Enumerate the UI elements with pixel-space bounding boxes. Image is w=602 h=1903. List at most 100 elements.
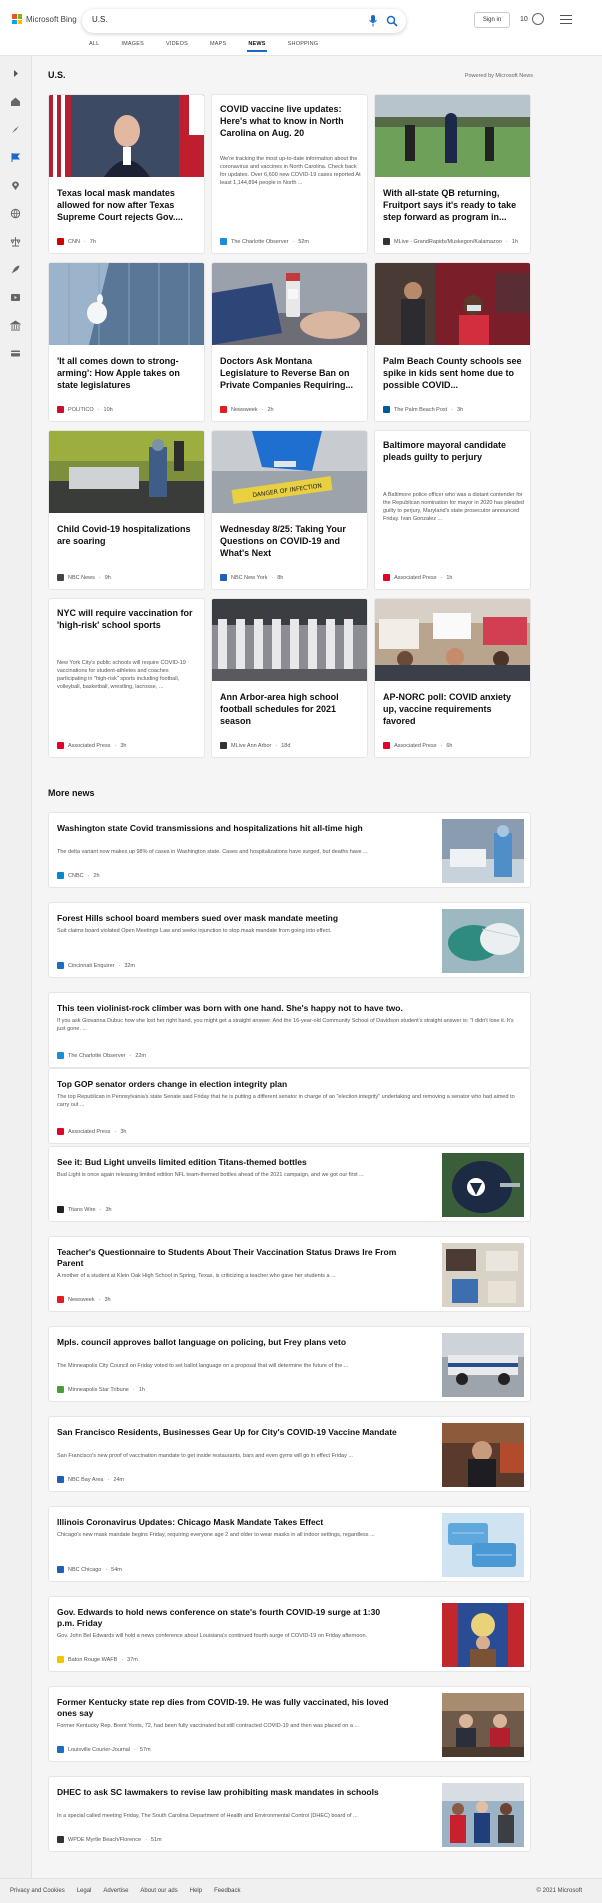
chevron-right-icon[interactable] (10, 68, 21, 79)
footer-link[interactable]: Legal (77, 1888, 92, 1894)
location-icon[interactable] (10, 180, 21, 191)
news-title[interactable]: DHEC to ask SC lawmakers to revise law p… (57, 1787, 397, 1798)
card-icon[interactable] (10, 348, 21, 359)
news-title[interactable]: Former Kentucky state rep dies from COVI… (57, 1697, 397, 1719)
news-image[interactable] (442, 819, 524, 883)
source-name[interactable]: MLive - GrandRapids/Muskegon/Kalamazoo (394, 239, 502, 245)
news-title[interactable]: Mpls. council approves ballot language o… (57, 1337, 397, 1348)
news-card[interactable]: AP-NORC poll: COVID anxiety up, vaccine … (374, 598, 531, 758)
more-news-item[interactable]: This teen violinist-rock climber was bor… (48, 992, 531, 1068)
news-title[interactable]: Gov. Edwards to hold news conference on … (57, 1607, 397, 1629)
news-title[interactable]: AP-NORC poll: COVID anxiety up, vaccine … (383, 691, 525, 727)
news-image[interactable] (442, 1333, 524, 1397)
news-image[interactable] (442, 1783, 524, 1847)
news-card[interactable]: Texas local mask mandates allowed for no… (48, 94, 205, 254)
news-image[interactable] (442, 1603, 524, 1667)
news-card[interactable]: Ann Arbor-area high school football sche… (211, 598, 368, 758)
tab-news[interactable]: NEWS (247, 41, 268, 52)
news-title[interactable]: Texas local mask mandates allowed for no… (57, 187, 199, 223)
flag-icon[interactable] (10, 152, 21, 163)
footer-link[interactable]: Advertise (103, 1888, 128, 1894)
news-image[interactable] (212, 599, 367, 681)
news-image[interactable] (49, 431, 204, 513)
rocket-icon[interactable] (10, 264, 21, 275)
scale-icon[interactable] (10, 236, 21, 247)
news-title[interactable]: San Francisco Residents, Businesses Gear… (57, 1427, 397, 1438)
rewards-trophy-icon[interactable] (532, 13, 544, 25)
news-title[interactable]: With all-state QB returning, Fruitport s… (383, 187, 525, 223)
footer-link[interactable]: About our ads (140, 1888, 177, 1894)
news-title[interactable]: Teacher's Questionnaire to Students Abou… (57, 1247, 397, 1269)
sign-in-button[interactable]: Sign in (474, 12, 510, 28)
news-image[interactable] (375, 263, 530, 345)
news-image[interactable] (442, 1513, 524, 1577)
source-name[interactable]: Associated Press (68, 743, 111, 749)
source-name[interactable]: CNN (68, 239, 80, 245)
news-card[interactable]: 'It all comes down to strong-arming': Ho… (48, 262, 205, 422)
news-title[interactable]: This teen violinist-rock climber was bor… (57, 1003, 522, 1014)
more-news-item[interactable]: Gov. Edwards to hold news conference on … (48, 1596, 531, 1672)
news-image[interactable] (375, 599, 530, 681)
source-name[interactable]: Baton Rouge WAFB (68, 1657, 117, 1663)
news-image[interactable] (442, 1693, 524, 1757)
news-image[interactable] (442, 1153, 524, 1217)
home-icon[interactable] (10, 96, 21, 107)
news-card[interactable]: Doctors Ask Montana Legislature to Rever… (211, 262, 368, 422)
news-card[interactable]: DANGER OF INFECTION Wednesday 8/25: Takin… (211, 430, 368, 590)
tab-all[interactable]: ALL (89, 41, 99, 47)
news-title[interactable]: NYC will require vaccination for 'high-r… (57, 607, 199, 631)
source-name[interactable]: Newsweek (231, 407, 258, 413)
news-card[interactable]: Palm Beach County schools see spike in k… (374, 262, 531, 422)
source-name[interactable]: Associated Press (394, 575, 437, 581)
news-image[interactable] (49, 95, 204, 177)
news-image[interactable] (375, 95, 530, 177)
search-icon[interactable] (386, 14, 398, 28)
tab-videos[interactable]: VIDEOS (166, 41, 188, 47)
source-name[interactable]: The Palm Beach Post (394, 407, 447, 413)
source-name[interactable]: CNBC (68, 873, 84, 879)
more-news-item[interactable]: See it: Bud Light unveils limited editio… (48, 1146, 531, 1222)
bing-logo[interactable]: Microsoft Bing (12, 14, 77, 24)
globe-icon[interactable] (10, 208, 21, 219)
news-card[interactable]: With all-state QB returning, Fruitport s… (374, 94, 531, 254)
news-image[interactable] (212, 263, 367, 345)
news-image[interactable] (442, 1423, 524, 1487)
more-news-item[interactable]: Forest Hills school board members sued o… (48, 902, 531, 978)
more-news-item[interactable]: Former Kentucky state rep dies from COVI… (48, 1686, 531, 1762)
news-title[interactable]: Ann Arbor-area high school football sche… (220, 691, 362, 727)
more-news-item[interactable]: Washington state Covid transmissions and… (48, 812, 531, 888)
source-name[interactable]: Associated Press (394, 743, 437, 749)
source-name[interactable]: Titans Wire (68, 1207, 96, 1213)
news-title[interactable]: Child Covid-19 hospitalizations are soar… (57, 523, 199, 547)
tab-images[interactable]: IMAGES (121, 41, 144, 47)
more-news-item[interactable]: Illinois Coronavirus Updates: Chicago Ma… (48, 1506, 531, 1582)
source-name[interactable]: NBC News (68, 575, 95, 581)
more-news-item[interactable]: DHEC to ask SC lawmakers to revise law p… (48, 1776, 531, 1852)
news-card[interactable]: Child Covid-19 hospitalizations are soar… (48, 430, 205, 590)
news-image[interactable]: DANGER OF INFECTION (212, 431, 367, 513)
tab-maps[interactable]: MAPS (210, 41, 226, 47)
news-card[interactable]: COVID vaccine live updates: Here's what … (211, 94, 368, 254)
hamburger-menu-icon[interactable] (560, 15, 572, 24)
source-name[interactable]: NBC Bay Area (68, 1477, 103, 1483)
rewards-count[interactable]: 10 (520, 16, 528, 23)
news-title[interactable]: Top GOP senator orders change in electio… (57, 1079, 522, 1090)
search-box[interactable]: U.S. (82, 9, 406, 33)
source-name[interactable]: Louisville Courier-Journal (68, 1747, 130, 1753)
source-name[interactable]: POLITICO (68, 407, 94, 413)
news-title[interactable]: See it: Bud Light unveils limited editio… (57, 1157, 397, 1168)
source-name[interactable]: Newsweek (68, 1297, 95, 1303)
footer-link[interactable]: Help (190, 1888, 202, 1894)
more-news-item[interactable]: Mpls. council approves ballot language o… (48, 1326, 531, 1402)
news-card[interactable]: NYC will require vaccination for 'high-r… (48, 598, 205, 758)
search-input[interactable]: U.S. (92, 15, 108, 24)
news-title[interactable]: Baltimore mayoral candidate pleads guilt… (383, 439, 525, 463)
more-news-item[interactable]: Teacher's Questionnaire to Students Abou… (48, 1236, 531, 1312)
news-title[interactable]: Doctors Ask Montana Legislature to Rever… (220, 355, 362, 391)
source-name[interactable]: The Charlotte Observer (231, 239, 288, 245)
news-image[interactable] (442, 1243, 524, 1307)
source-name[interactable]: Minneapolis Star Tribune (68, 1387, 129, 1393)
news-card[interactable]: Baltimore mayoral candidate pleads guilt… (374, 430, 531, 590)
more-news-item[interactable]: San Francisco Residents, Businesses Gear… (48, 1416, 531, 1492)
news-title[interactable]: Forest Hills school board members sued o… (57, 913, 397, 924)
